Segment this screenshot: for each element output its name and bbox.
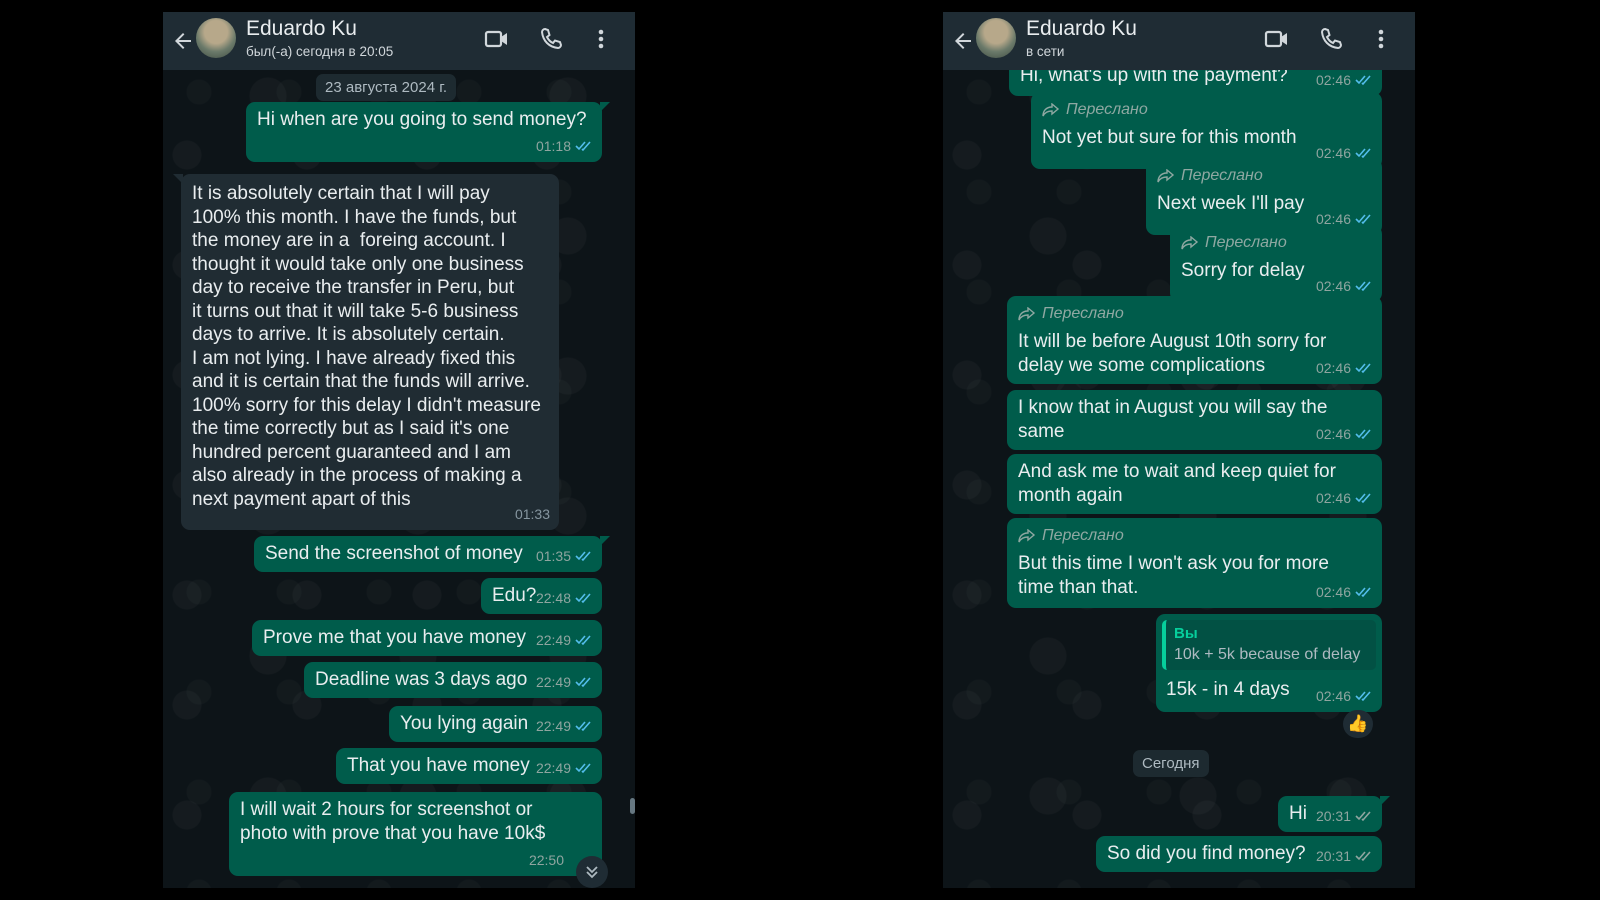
message-bubble[interactable]: I know that in August you will say the s… — [1007, 390, 1382, 450]
forwarded-message-bubble[interactable]: Переслано But this time I won't ask you … — [1007, 518, 1382, 608]
double-check-icon — [575, 593, 591, 604]
message-bubble[interactable]: Hi 20:31 — [1278, 796, 1390, 832]
message-text: Hi when are you going to send money? — [257, 109, 587, 130]
forwarded-message-bubble[interactable]: Переслано Sorry for delay 02:46 — [1170, 225, 1382, 302]
contact-name[interactable]: Eduardo Ku — [1026, 17, 1137, 41]
phone-icon[interactable] — [1317, 25, 1345, 53]
message-bubble[interactable]: It is absolutely certain that I will pay… — [173, 174, 559, 530]
double-check-icon — [575, 763, 591, 774]
double-check-icon — [575, 141, 591, 152]
message-time: 01:35 — [535, 547, 571, 564]
message-bubble[interactable]: Send the screenshot of money 01:35 — [254, 536, 610, 572]
double-check-icon — [575, 677, 591, 688]
double-check-icon — [1355, 493, 1371, 504]
date-separator: 23 августа 2024 г. — [316, 74, 457, 101]
forward-icon — [1042, 103, 1060, 117]
contact-name[interactable]: Eduardo Ku — [246, 17, 357, 41]
chat-header: Eduardo Ku был(-а) сегодня в 20:05 — [163, 12, 635, 70]
quoted-message[interactable]: Вы 10k + 5k because of delay — [1162, 620, 1376, 670]
phone-icon[interactable] — [537, 25, 565, 53]
double-check-icon — [1355, 75, 1371, 86]
message-time: 02:46 — [1315, 71, 1351, 88]
back-arrow-icon[interactable] — [951, 29, 975, 53]
double-check-icon — [575, 635, 591, 646]
scrollbar[interactable] — [630, 798, 635, 814]
forwarded-message-bubble[interactable]: Переслано Next week I'll pay 02:46 — [1146, 158, 1382, 235]
message-time: 22:49 — [535, 673, 571, 690]
double-check-icon — [575, 721, 591, 732]
message-time: 01:33 — [514, 505, 550, 522]
message-time: 22:50 — [528, 851, 564, 868]
message-time: 01:18 — [535, 137, 571, 154]
double-check-icon — [575, 551, 591, 562]
double-check-icon — [1355, 281, 1371, 292]
message-bubble[interactable]: I will wait 2 hours for screenshot or ph… — [229, 792, 602, 876]
forwarded-label: Переслано — [1181, 233, 1371, 253]
message-bubble[interactable]: Hi when are you going to send money? 01:… — [246, 102, 610, 162]
reply-message-bubble[interactable]: Вы 10k + 5k because of delay 15k - in 4 … — [1156, 614, 1382, 712]
forwarded-label: Переслано — [1018, 526, 1371, 546]
message-time: 02:46 — [1315, 489, 1351, 506]
message-time: 22:49 — [535, 759, 571, 776]
message-bubble[interactable]: Edu? 22:48 — [481, 578, 602, 614]
message-time: 22:48 — [535, 589, 571, 606]
message-time: 02:46 — [1315, 359, 1351, 376]
video-call-icon[interactable] — [483, 25, 511, 53]
double-check-icon — [1355, 587, 1371, 598]
double-check-icon — [1355, 429, 1371, 440]
message-time: 02:46 — [1315, 687, 1351, 704]
back-arrow-icon[interactable] — [171, 29, 195, 53]
contact-status: был(-а) сегодня в 20:05 — [246, 44, 394, 59]
chat-screen-right: Hi, what's up with the payment? 02:46 Ed… — [943, 12, 1415, 888]
menu-dots-icon[interactable] — [587, 25, 615, 53]
double-check-icon — [1355, 691, 1371, 702]
scroll-down-icon — [586, 866, 598, 879]
quote-author: Вы — [1174, 625, 1198, 642]
message-time: 20:31 — [1315, 847, 1351, 864]
message-bubble[interactable]: Deadline was 3 days ago 22:49 — [304, 662, 602, 698]
forward-icon — [1018, 307, 1036, 321]
forward-icon — [1157, 169, 1175, 183]
message-bubble[interactable]: And ask me to wait and keep quiet for mo… — [1007, 454, 1382, 514]
message-time: 22:49 — [535, 717, 571, 734]
message-time: 02:46 — [1315, 583, 1351, 600]
forward-icon — [1181, 236, 1199, 250]
video-call-icon[interactable] — [1263, 25, 1291, 53]
avatar[interactable] — [196, 18, 236, 58]
avatar[interactable] — [976, 18, 1016, 58]
quote-text: 10k + 5k because of delay — [1174, 646, 1361, 663]
menu-dots-icon[interactable] — [1367, 25, 1395, 53]
message-text: It is absolutely certain that I will pay… — [192, 183, 541, 510]
day-separator: Сегодня — [1133, 750, 1209, 777]
double-check-icon — [1355, 363, 1371, 374]
message-time: 20:31 — [1315, 807, 1351, 824]
message-time: 02:46 — [1315, 425, 1351, 442]
forwarded-label: Переслано — [1042, 100, 1371, 120]
forwarded-label: Переслано — [1157, 166, 1371, 186]
scroll-down-button[interactable] — [576, 856, 608, 888]
message-time: 22:49 — [535, 631, 571, 648]
reaction-badge[interactable]: 👍 — [1343, 710, 1373, 738]
chat-screen-left: Eduardo Ku был(-а) сегодня в 20:05 23 ав… — [163, 12, 635, 888]
message-bubble[interactable]: Prove me that you have money 22:49 — [252, 620, 602, 656]
message-text: I will wait 2 hours for screenshot or ph… — [240, 799, 546, 844]
double-check-icon — [1355, 214, 1371, 225]
message-time: 02:46 — [1315, 277, 1351, 294]
chat-header: Eduardo Ku в сети — [943, 12, 1415, 70]
message-bubble[interactable]: That you have money 22:49 — [336, 748, 602, 784]
forwarded-message-bubble[interactable]: Переслано It will be before August 10th … — [1007, 296, 1382, 384]
message-bubble[interactable]: You lying again 22:49 — [389, 706, 602, 742]
message-bubble[interactable]: So did you find money? 20:31 — [1096, 836, 1382, 872]
forward-icon — [1018, 529, 1036, 543]
double-check-icon — [1355, 811, 1371, 822]
forwarded-label: Переслано — [1018, 304, 1371, 324]
contact-status: в сети — [1026, 44, 1065, 59]
double-check-icon — [1355, 851, 1371, 862]
